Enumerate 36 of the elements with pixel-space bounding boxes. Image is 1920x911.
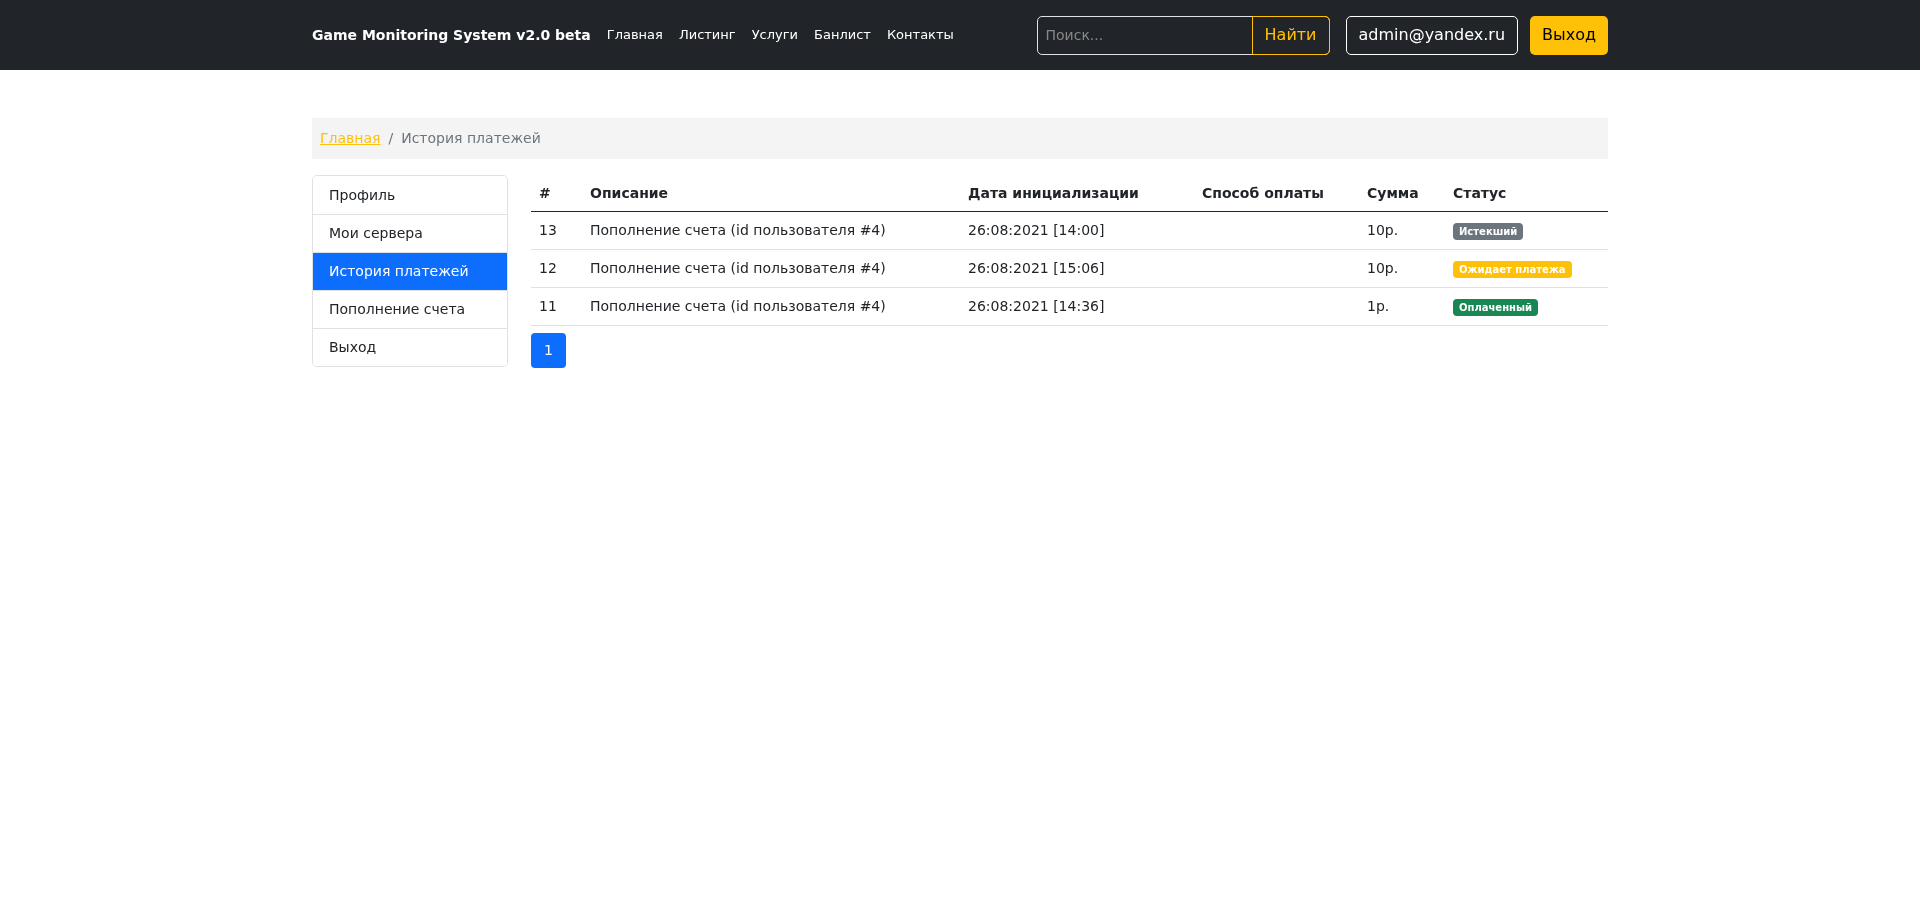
breadcrumb-separator: /	[388, 129, 394, 148]
table-cell: 26:08:2021 [15:06]	[968, 260, 1105, 276]
column-header: Способ оплаты	[1202, 184, 1324, 201]
table-cell: 10р.	[1367, 222, 1399, 238]
column-header: #	[539, 184, 551, 201]
table-cell: 12	[539, 260, 557, 276]
table-cell: Пополнение счета (id пользователя #4)	[590, 298, 886, 314]
nav-link[interactable]: Услуги	[743, 25, 806, 45]
table-cell: 10р.	[1367, 260, 1399, 276]
user-account-button[interactable]: admin@yandex.ru	[1345, 15, 1519, 55]
column-header: Дата инициализации	[968, 184, 1139, 201]
sidebar-item[interactable]: Выход	[313, 328, 507, 366]
logout-button[interactable]: Выход	[1530, 15, 1608, 55]
page-button[interactable]: 1	[531, 333, 566, 368]
nav-link[interactable]: Главная	[598, 25, 671, 45]
table-cell: Пополнение счета (id пользователя #4)	[590, 222, 886, 238]
table-cell: 26:08:2021 [14:00]	[968, 222, 1105, 238]
brand-title[interactable]: Game Monitoring System v2.0 beta	[312, 24, 591, 46]
search-field[interactable]: Поиск... Найти	[1036, 15, 1330, 55]
breadcrumb-current: История платежей	[401, 129, 541, 148]
table-cell: 11	[539, 298, 557, 314]
search-button[interactable]: Найти	[1251, 15, 1330, 55]
status-badge: Ожидает платежа	[1453, 261, 1572, 278]
column-header: Статус	[1453, 184, 1507, 201]
sidebar-item[interactable]: История платежей	[313, 252, 507, 290]
column-header: Описание	[590, 184, 669, 201]
status-badge: Оплаченный	[1453, 299, 1538, 316]
nav-link[interactable]: Контакты	[878, 25, 962, 45]
table-cell: 1р.	[1367, 298, 1390, 314]
table-cell: Пополнение счета (id пользователя #4)	[590, 260, 886, 276]
status-badge: Истекший	[1453, 223, 1524, 240]
table-cell: 26:08:2021 [14:36]	[968, 298, 1105, 314]
column-header: Сумма	[1367, 184, 1419, 201]
nav-link[interactable]: Банлист	[806, 25, 879, 45]
nav-link[interactable]: Листинг	[670, 25, 744, 45]
table-cell: 13	[539, 222, 557, 238]
